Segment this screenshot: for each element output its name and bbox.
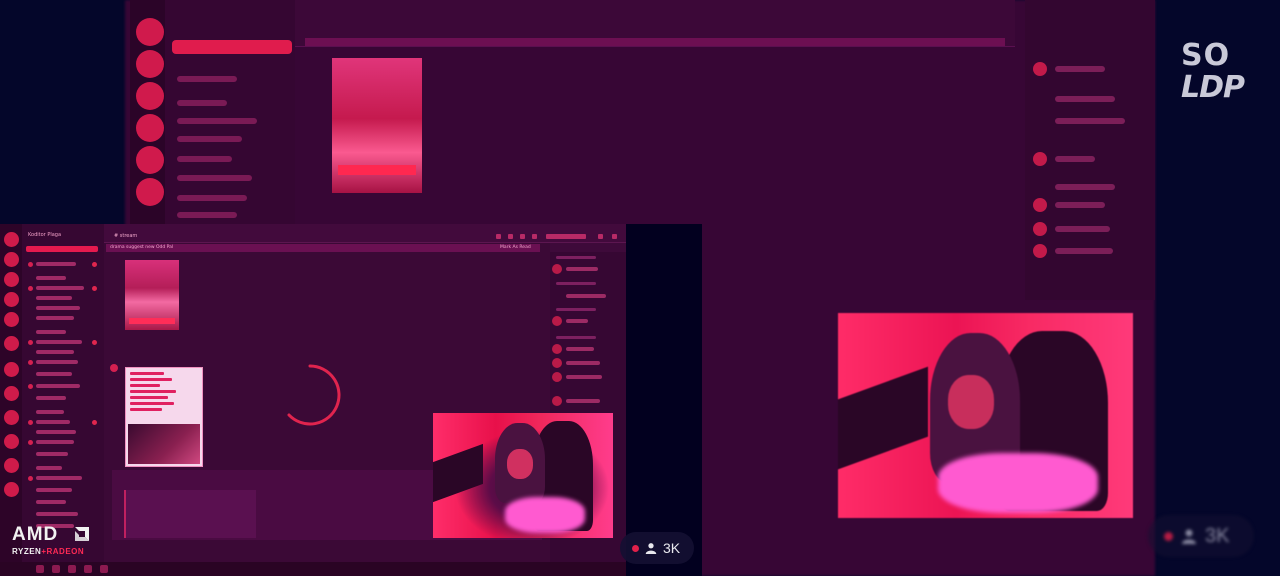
channel-title: # stream — [114, 233, 138, 239]
channel-item[interactable] — [36, 476, 82, 480]
live-dot-icon — [632, 544, 639, 552]
inbox-icon[interactable] — [598, 234, 603, 239]
channel-item[interactable] — [36, 330, 66, 334]
taskbar — [0, 562, 626, 576]
taskbar-icon[interactable] — [100, 565, 108, 573]
taskbar-icon[interactable] — [52, 565, 60, 573]
attachment-screenshot[interactable] — [125, 367, 203, 467]
loading-spinner-icon — [287, 364, 341, 426]
guild-icon[interactable] — [4, 292, 19, 307]
channel-item[interactable] — [36, 440, 74, 444]
attachment-image[interactable] — [125, 260, 179, 330]
taskbar-icon[interactable] — [68, 565, 76, 573]
guild-icon[interactable] — [4, 232, 19, 247]
link-embed[interactable] — [124, 490, 256, 538]
avatar[interactable] — [552, 344, 562, 354]
channel-item[interactable] — [36, 466, 62, 470]
guild-icon[interactable] — [4, 386, 19, 401]
taskbar-icon[interactable] — [84, 565, 92, 573]
avatar[interactable] — [552, 264, 562, 274]
channel-item[interactable] — [36, 488, 72, 492]
channel-item[interactable] — [36, 420, 70, 424]
live-dot-icon — [1164, 531, 1173, 541]
guild-icon[interactable] — [4, 252, 19, 267]
background-banner — [305, 38, 1005, 46]
guild-icon[interactable] — [4, 458, 19, 473]
amd-arrow-icon — [75, 527, 89, 541]
channel-item[interactable] — [36, 296, 72, 300]
channel-item[interactable] — [36, 316, 74, 320]
bell-icon[interactable] — [508, 234, 513, 239]
avatar[interactable] — [552, 396, 562, 406]
logo-text: SO — [1181, 38, 1231, 73]
logo-text: LDP — [1181, 70, 1245, 105]
sponsor-logo: AMD RYZEN+RADEON — [12, 524, 102, 560]
channel-item[interactable] — [36, 452, 68, 456]
background-server-header — [172, 40, 292, 54]
webcam-feed-small — [433, 413, 613, 538]
sponsor-brand: AMD — [12, 524, 59, 545]
guild-icon[interactable] — [4, 434, 19, 449]
guild-icon[interactable] — [4, 482, 19, 497]
server-header-bar[interactable] — [26, 246, 98, 252]
channel-item[interactable] — [36, 372, 72, 376]
member-name[interactable] — [566, 267, 598, 271]
channel-item[interactable] — [36, 262, 76, 266]
avatar[interactable] — [552, 316, 562, 326]
threads-icon[interactable] — [496, 234, 501, 239]
avatar[interactable] — [552, 358, 562, 368]
member-name[interactable] — [566, 319, 588, 323]
channel-item[interactable] — [36, 306, 80, 310]
channel-item[interactable] — [36, 360, 78, 364]
channel-item[interactable] — [36, 430, 76, 434]
guild-icon[interactable] — [4, 272, 19, 287]
mark-as-read-link[interactable]: Mark As Read — [500, 245, 531, 250]
channel-item[interactable] — [36, 350, 74, 354]
help-icon[interactable] — [612, 234, 617, 239]
background-attachment-image — [332, 58, 422, 193]
viewer-count-badge: 3K — [620, 532, 694, 564]
search-input[interactable] — [546, 234, 586, 239]
banner-text: drama suggest new Odd Pal — [110, 245, 174, 250]
guild-icon[interactable] — [4, 336, 19, 351]
members-icon[interactable] — [532, 234, 537, 239]
viewer-count: 3K — [1205, 524, 1230, 547]
guild-icon[interactable] — [4, 312, 19, 327]
channel-item[interactable] — [36, 512, 78, 516]
sponsor-subtitle: RYZEN+RADEON — [12, 547, 85, 556]
guild-icon[interactable] — [4, 410, 19, 425]
avatar[interactable] — [110, 364, 118, 372]
channel-item[interactable] — [36, 286, 84, 290]
guild-icon[interactable] — [4, 362, 19, 377]
channel-item[interactable] — [36, 340, 82, 344]
pin-icon[interactable] — [520, 234, 525, 239]
background-member-list — [1025, 0, 1155, 300]
channel-item[interactable] — [36, 410, 64, 414]
channel-item[interactable] — [36, 384, 80, 388]
user-icon — [1182, 529, 1196, 544]
background-guild-bar — [130, 0, 165, 224]
user-icon — [645, 543, 657, 554]
viewer-count: 3K — [663, 540, 681, 556]
viewer-count-badge-background: 3K — [1148, 515, 1254, 557]
avatar[interactable] — [552, 372, 562, 382]
taskbar-icon[interactable] — [36, 565, 44, 573]
channel-item[interactable] — [36, 276, 66, 280]
channel-item[interactable] — [36, 500, 66, 504]
member-name[interactable] — [566, 361, 600, 365]
member-name[interactable] — [566, 294, 606, 298]
member-name[interactable] — [566, 347, 594, 351]
channel-logo: SO LDP — [1178, 38, 1245, 105]
member-name[interactable] — [566, 399, 600, 403]
member-name[interactable] — [566, 375, 602, 379]
webcam-feed-large — [838, 313, 1133, 518]
server-name[interactable]: Koditor Plaga — [28, 232, 61, 238]
channel-item[interactable] — [36, 396, 66, 400]
